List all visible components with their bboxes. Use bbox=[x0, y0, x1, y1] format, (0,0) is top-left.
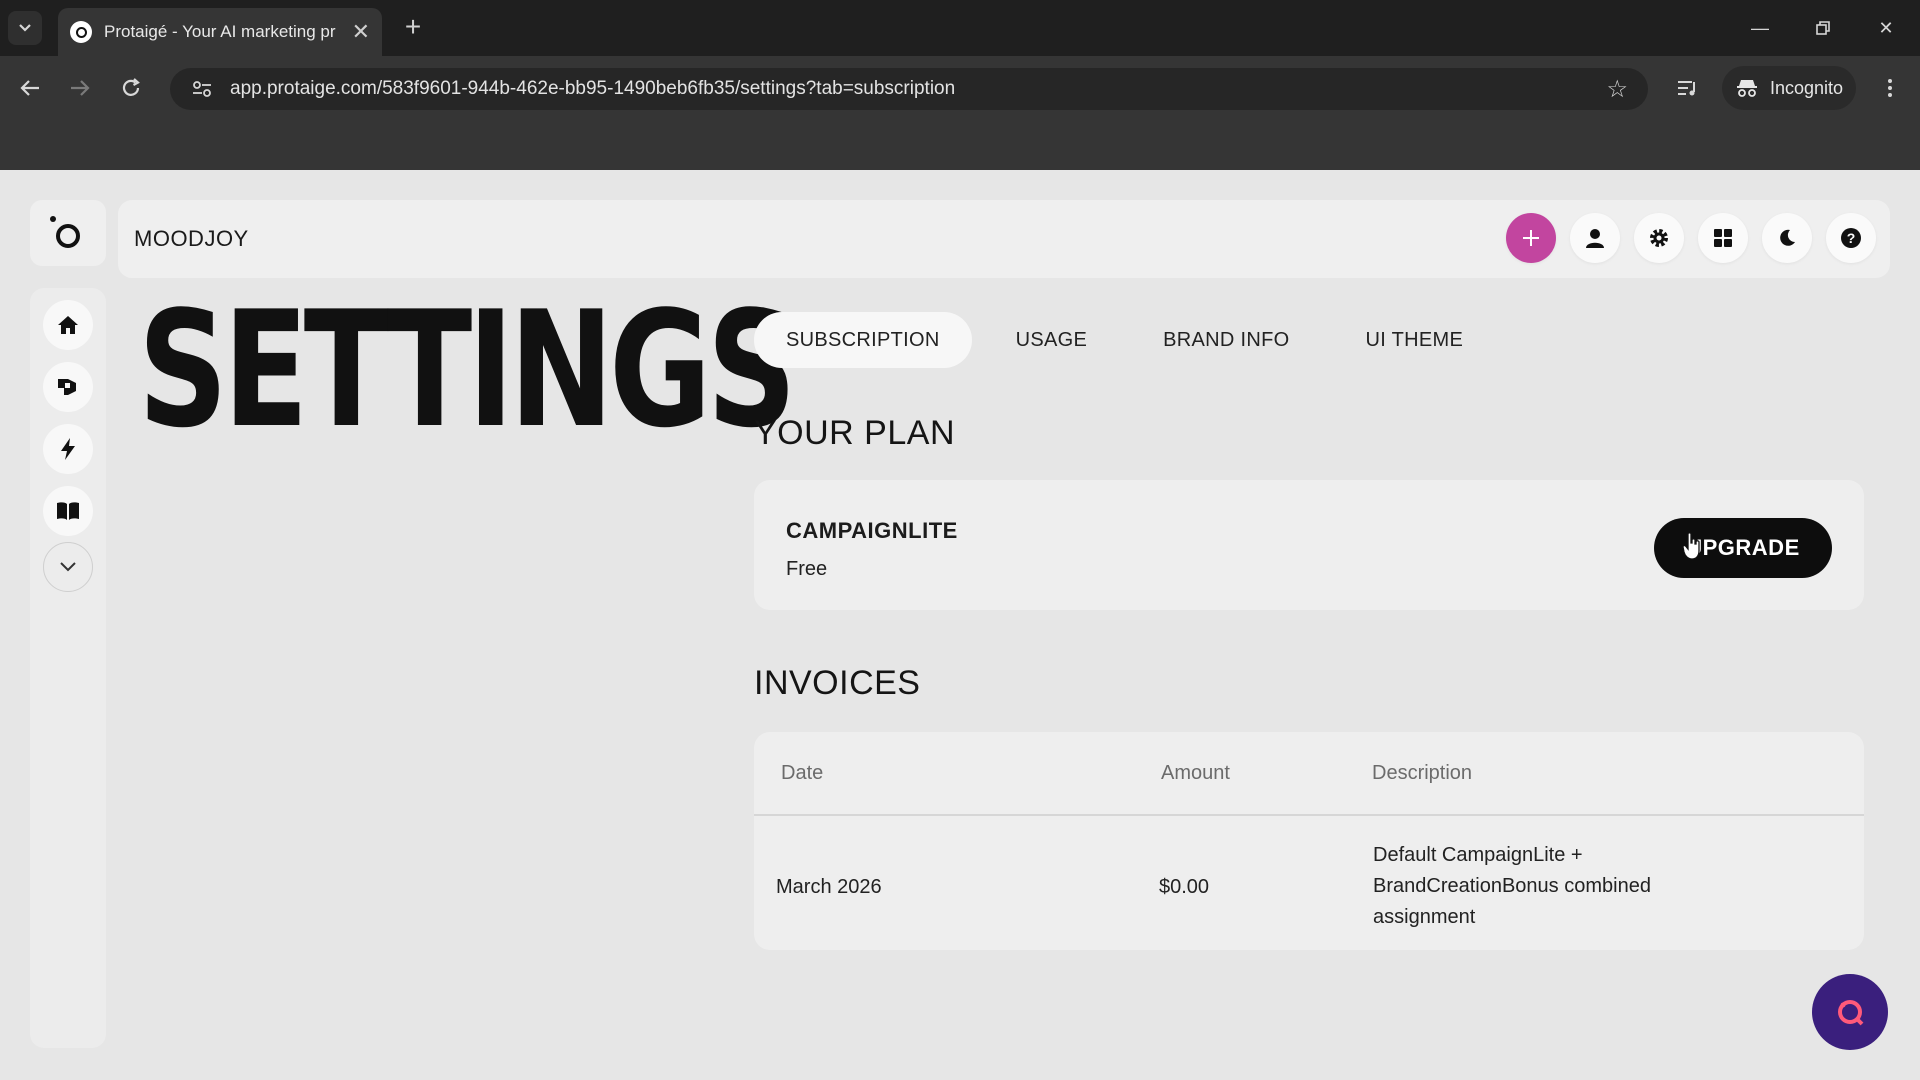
app-header: MOODJOY ? bbox=[118, 200, 1890, 278]
incognito-indicator[interactable]: Incognito bbox=[1722, 66, 1856, 110]
header-actions: ? bbox=[1506, 213, 1876, 263]
browser-titlebar: Protaigé - Your AI marketing pr ✕ + — ✕ bbox=[0, 0, 1920, 56]
user-icon bbox=[1586, 229, 1604, 248]
settings-button[interactable] bbox=[1634, 213, 1684, 263]
sidebar-expand-button[interactable] bbox=[43, 542, 93, 592]
restore-icon[interactable] bbox=[1803, 12, 1843, 44]
reload-icon[interactable] bbox=[113, 70, 149, 106]
help-button[interactable]: ? bbox=[1826, 213, 1876, 263]
brand-name[interactable]: MOODJOY bbox=[134, 226, 249, 252]
help-icon: ? bbox=[1841, 228, 1861, 248]
tab-search-button[interactable] bbox=[8, 11, 42, 45]
grid-icon bbox=[1714, 229, 1732, 247]
address-bar[interactable]: app.protaige.com/583f9601-944b-462e-bb95… bbox=[170, 68, 1648, 110]
minimize-icon[interactable]: — bbox=[1740, 12, 1780, 44]
reading-list-icon[interactable] bbox=[1670, 70, 1706, 106]
chat-icon bbox=[1838, 1000, 1864, 1026]
tab-title: Protaigé - Your AI marketing pr bbox=[104, 22, 336, 41]
close-tab-icon[interactable]: ✕ bbox=[352, 19, 370, 45]
logo-dot bbox=[50, 216, 56, 222]
column-header-description: Description bbox=[1372, 762, 1473, 784]
account-button[interactable] bbox=[1570, 213, 1620, 263]
moon-icon bbox=[1780, 229, 1795, 246]
browser-toolbar-strip bbox=[0, 120, 1920, 170]
book-icon bbox=[57, 502, 79, 520]
sidebar-home[interactable] bbox=[43, 300, 93, 350]
lightning-icon bbox=[61, 438, 75, 460]
tab-usage[interactable]: USAGE bbox=[984, 312, 1120, 368]
upgrade-button[interactable]: UPGRADE bbox=[1654, 518, 1832, 578]
dark-mode-toggle[interactable] bbox=[1762, 213, 1812, 263]
browser-menu-icon[interactable] bbox=[1872, 70, 1908, 106]
bookmark-star-icon[interactable]: ☆ bbox=[1606, 75, 1628, 104]
site-settings-icon[interactable] bbox=[182, 80, 222, 98]
chevron-down-icon bbox=[60, 562, 76, 572]
incognito-icon bbox=[1737, 80, 1757, 97]
plus-icon bbox=[1523, 230, 1539, 246]
plan-price: Free bbox=[786, 558, 828, 580]
megaphone-icon bbox=[58, 379, 76, 395]
url-text: app.protaige.com/583f9601-944b-462e-bb95… bbox=[230, 78, 956, 99]
table-header: Date Amount Description bbox=[754, 732, 1864, 816]
app-viewport: MOODJOY ? SETTINGS SUBSCRIPTION USAGE BR… bbox=[0, 170, 1920, 1076]
column-header-date: Date bbox=[781, 762, 824, 784]
chat-launcher[interactable] bbox=[1812, 974, 1888, 1050]
mouse-cursor-icon bbox=[1682, 532, 1700, 560]
protaige-favicon-icon bbox=[70, 21, 92, 43]
tab-ui-theme[interactable]: UI THEME bbox=[1334, 312, 1496, 368]
svg-text:?: ? bbox=[1847, 230, 1856, 246]
sidebar-library[interactable] bbox=[43, 486, 93, 536]
invoice-description: Default CampaignLite + BrandCreationBonu… bbox=[1373, 844, 1651, 928]
incognito-label: Incognito bbox=[1770, 77, 1844, 98]
logo-ring-icon bbox=[56, 224, 80, 248]
tab-brand-info[interactable]: BRAND INFO bbox=[1131, 312, 1321, 368]
sidebar-campaigns[interactable] bbox=[43, 362, 93, 412]
home-icon bbox=[58, 316, 78, 334]
settings-tabs: SUBSCRIPTION USAGE BRAND INFO UI THEME bbox=[754, 312, 1495, 368]
invoice-date: March 2026 bbox=[776, 876, 882, 898]
chevron-down-icon bbox=[19, 24, 31, 32]
apps-button[interactable] bbox=[1698, 213, 1748, 263]
forward-icon[interactable] bbox=[62, 70, 98, 106]
close-window-icon[interactable]: ✕ bbox=[1866, 12, 1906, 44]
page-title: SETTINGS bbox=[138, 276, 797, 463]
tab-subscription[interactable]: SUBSCRIPTION bbox=[754, 312, 972, 368]
your-plan-heading: YOUR PLAN bbox=[754, 414, 955, 452]
column-header-amount: Amount bbox=[1161, 762, 1230, 784]
invoice-amount: $0.00 bbox=[1159, 876, 1210, 898]
sidebar bbox=[30, 288, 106, 1048]
create-button[interactable] bbox=[1506, 213, 1556, 263]
invoices-heading: INVOICES bbox=[754, 664, 921, 702]
new-tab-button[interactable]: + bbox=[396, 10, 430, 44]
back-icon[interactable] bbox=[12, 70, 48, 106]
sidebar-automations[interactable] bbox=[43, 424, 93, 474]
browser-tab[interactable]: Protaigé - Your AI marketing pr ✕ bbox=[58, 8, 382, 56]
invoices-table: Date Amount Description March 2026 $0.00… bbox=[754, 732, 1864, 950]
protaige-logo[interactable] bbox=[30, 200, 106, 266]
gear-icon bbox=[1650, 229, 1668, 247]
plan-name: CAMPAIGNLITE bbox=[786, 518, 958, 543]
